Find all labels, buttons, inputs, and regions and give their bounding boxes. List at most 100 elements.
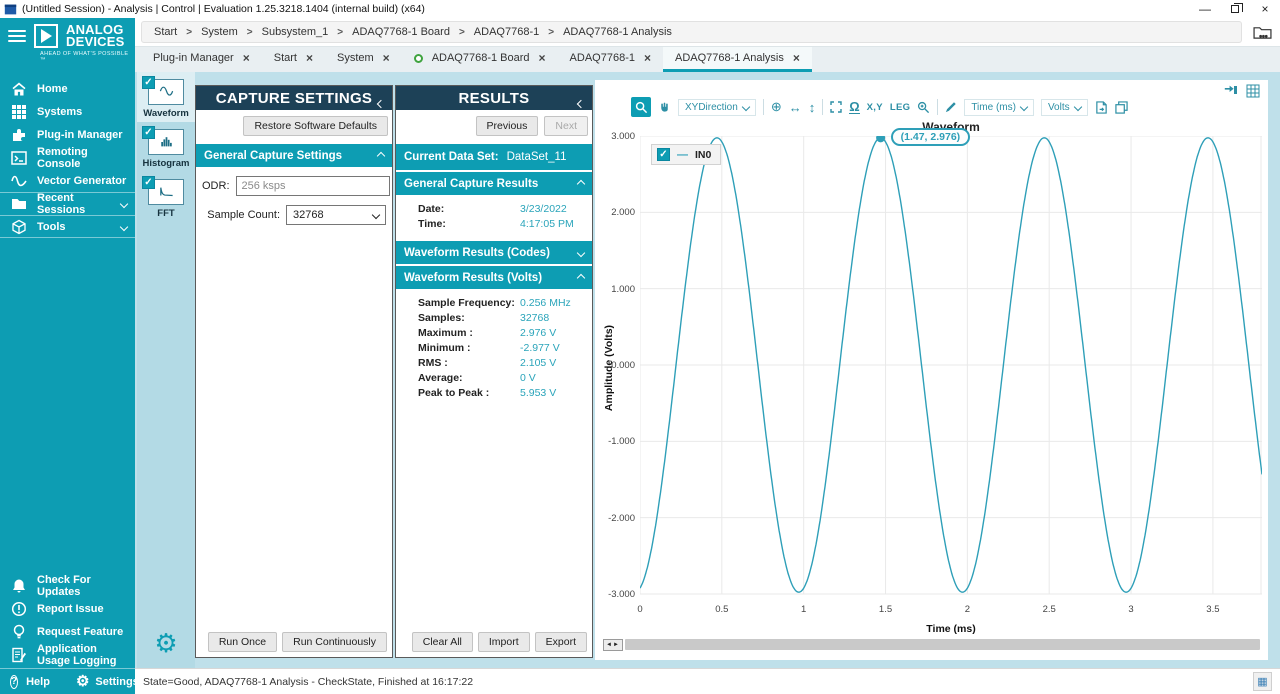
tab-adaq7768-1-analysis[interactable]: ADAQ7768-1 Analysis× [663,47,812,72]
undo-zoom-icon[interactable]: Ω [849,100,859,114]
layout-corner-icon[interactable]: ▦ [1253,672,1272,691]
next-dataset-button[interactable]: Next [544,116,588,136]
close-button[interactable]: × [1250,0,1280,18]
auto-hide-panel-icon[interactable] [1224,84,1238,101]
breadcrumb-item[interactable]: ADAQ7768-1 [474,26,539,38]
sidebar-item-label: Application Usage Logging [37,643,127,667]
breadcrumb-separator: > [548,27,554,38]
tool-histogram[interactable]: Histogram [137,122,195,172]
sidebar-item-home[interactable]: Home [0,77,135,100]
hamburger-menu-icon[interactable] [8,30,26,42]
export-image-icon[interactable] [1095,101,1108,114]
sidebar-item-report-issue[interactable]: Report Issue [0,597,135,620]
restore-software-defaults-button[interactable]: Restore Software Defaults [243,116,388,136]
clear-all-button[interactable]: Clear All [412,632,473,652]
legend-toggle[interactable]: LEG [890,102,910,113]
waveform-results-codes-section[interactable]: Waveform Results (Codes) [396,241,592,264]
general-capture-settings-section[interactable]: General Capture Settings [196,144,392,167]
grid-layout-icon[interactable] [1246,84,1260,101]
y-tick-label: -1.000 [595,436,635,447]
fit-height-icon[interactable]: ↕ [809,100,816,115]
tab-close-icon[interactable]: × [243,51,250,65]
run-once-button[interactable]: Run Once [208,632,277,652]
breadcrumb-item[interactable]: Start [154,26,177,38]
result-row: Minimum :-2.977 V [396,340,592,355]
zoom-mode-button[interactable] [631,97,651,117]
sidebar-item-request-feature[interactable]: Request Feature [0,620,135,643]
time-unit-dropdown[interactable]: Time (ms) [964,99,1034,116]
tab-close-icon[interactable]: × [793,51,800,65]
chevron-down-icon [1020,103,1028,111]
xy-values-toggle[interactable]: X,Y [867,102,883,113]
expand-view-icon[interactable] [830,101,842,113]
sidebar-item-plug-in-manager[interactable]: Plug-in Manager [0,123,135,146]
tool-fft[interactable]: FFT [137,172,195,222]
tab-system[interactable]: System× [325,47,402,72]
tab-close-icon[interactable]: × [644,51,651,65]
export-button[interactable]: Export [535,632,587,652]
center-data-icon[interactable]: ⊕ [771,99,782,115]
legend-checkbox[interactable] [657,148,670,161]
folder-icon [11,196,27,212]
result-row: RMS :2.105 V [396,355,592,370]
tab-adaq7768-1[interactable]: ADAQ7768-1× [558,47,663,72]
y-tick-label: -2.000 [595,513,635,524]
sidebar-item-systems[interactable]: Systems [0,100,135,123]
capture-settings-title: CAPTURE SETTINGS [216,90,372,107]
collapse-panel-icon[interactable] [378,94,384,111]
sidebar-item-application-usage-logging[interactable]: Application Usage Logging [0,643,135,666]
collapse-panel-icon[interactable] [578,94,584,111]
waveform-thumb-icon [159,85,174,99]
breadcrumb-item[interactable]: ADAQ7768-1 Board [352,26,450,38]
odr-input[interactable] [236,176,390,196]
sidebar-item-recent-sessions[interactable]: Recent Sessions [0,192,135,215]
histogram-checkbox[interactable] [142,126,155,139]
hscroll-arrows-button[interactable]: ◄► [603,639,623,651]
sidebar-item-tools[interactable]: Tools [0,215,135,238]
analysis-settings-gear-icon[interactable]: ⚙ [137,630,195,656]
tab-close-icon[interactable]: × [383,51,390,65]
import-button[interactable]: Import [478,632,530,652]
analysis-tool-strip: WaveformHistogramFFT ⚙ [137,72,195,668]
sidebar-item-check-for-updates[interactable]: Check For Updates [0,574,135,597]
general-capture-results-section[interactable]: General Capture Results [396,172,592,195]
breadcrumb-item[interactable]: ADAQ7768-1 Analysis [563,26,672,38]
tab-start[interactable]: Start× [262,47,325,72]
annotate-pen-icon[interactable] [945,101,957,113]
tab-close-icon[interactable]: × [306,51,313,65]
tab-adaq7768-1-board[interactable]: ADAQ7768-1 Board× [402,47,558,72]
waveform-plot[interactable] [640,136,1262,598]
restore-button[interactable] [1220,0,1250,18]
tab-close-icon[interactable]: × [539,51,546,65]
zoom-in-icon[interactable] [917,101,930,114]
series-name: IN0 [695,149,711,161]
previous-dataset-button[interactable]: Previous [476,116,539,136]
result-label: Average: [418,372,520,384]
waveform-results-volts-section[interactable]: Waveform Results (Volts) [396,266,592,289]
copy-chart-icon[interactable] [1115,101,1128,114]
waveform-checkbox[interactable] [142,76,155,89]
run-continuously-button[interactable]: Run Continuously [282,632,387,652]
sidebar-item-remoting-console[interactable]: Remoting Console [0,146,135,169]
breadcrumb-item[interactable]: Subsystem_1 [262,26,329,38]
hscroll-track[interactable] [625,639,1260,650]
result-row: Samples:32768 [396,310,592,325]
volts-unit-dropdown[interactable]: Volts [1041,99,1088,116]
sidebar-item-help[interactable]: Help [26,676,50,688]
sidebar-item-settings[interactable]: ⚙ Settings [76,674,139,689]
tab-plug-in-manager[interactable]: Plug-in Manager× [141,47,262,72]
sample-count-dropdown[interactable]: 32768 [286,205,386,225]
main-content: WaveformHistogramFFT ⚙ CAPTURE SETTINGS R… [135,72,1280,668]
open-session-folder-icon[interactable] [1250,25,1274,40]
tool-waveform[interactable]: Waveform [137,72,195,122]
sidebar-item-vector-generator[interactable]: Vector Generator [0,169,135,192]
pan-hand-icon[interactable] [658,101,671,114]
breadcrumb-item[interactable]: System [201,26,238,38]
xy-direction-dropdown[interactable]: XYDirection [678,99,756,116]
minimize-button[interactable]: — [1190,0,1220,18]
results-panel: RESULTS Previous Next Current Data Set: … [395,85,593,658]
fit-width-icon[interactable]: ↔ [789,100,802,115]
result-label: Sample Frequency: [418,297,520,309]
capture-settings-panel: CAPTURE SETTINGS Restore Software Defaul… [195,85,393,658]
fft-checkbox[interactable] [142,176,155,189]
